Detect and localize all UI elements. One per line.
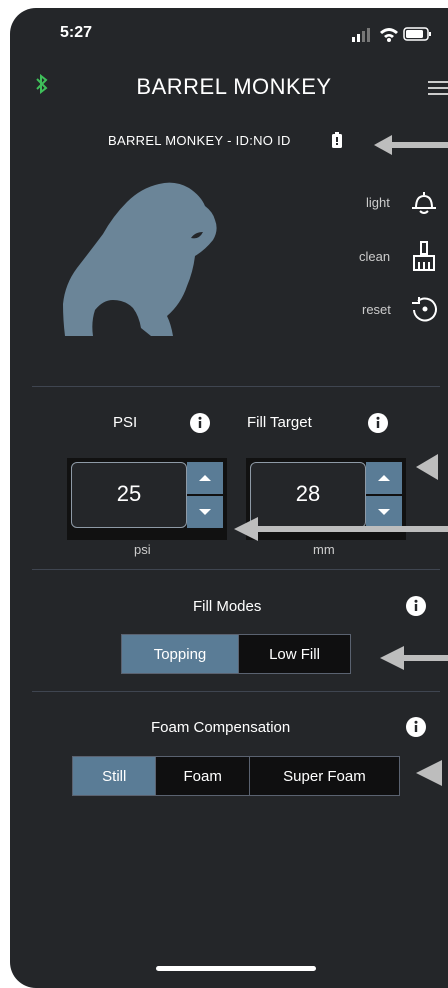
- device-id-label: BARREL MONKEY - ID:NO ID: [108, 133, 291, 148]
- app-title: BARREL MONKEY: [136, 74, 332, 99]
- status-battery-icon: [403, 27, 431, 41]
- menu-icon[interactable]: [428, 80, 448, 96]
- fill-target-label: Fill Target: [247, 414, 312, 431]
- chevron-down-icon: [199, 509, 211, 515]
- psi-label: PSI: [113, 414, 138, 431]
- divider: [32, 386, 440, 387]
- home-indicator[interactable]: [156, 966, 316, 971]
- divider: [32, 569, 440, 570]
- fill-modes-label: Fill Modes: [193, 598, 262, 615]
- annotation-arrow-icon: [374, 135, 448, 155]
- fill-mode-topping[interactable]: Topping: [122, 635, 238, 673]
- fill-modes-segmented: Topping Low Fill: [121, 634, 351, 674]
- foam-option-foam[interactable]: Foam: [155, 757, 249, 795]
- broom-icon[interactable]: [410, 240, 438, 272]
- fill-modes-info-icon[interactable]: [406, 596, 426, 616]
- fill-target-up-button[interactable]: [366, 462, 402, 494]
- divider: [32, 691, 440, 692]
- lamp-icon[interactable]: [410, 190, 438, 216]
- reset-icon[interactable]: [410, 294, 440, 324]
- status-time: 5:27: [60, 24, 93, 41]
- psi-value[interactable]: 25: [71, 462, 187, 528]
- fill-mode-low-fill[interactable]: Low Fill: [237, 635, 350, 673]
- reset-label: reset: [362, 302, 391, 317]
- fill-target-info-icon[interactable]: [368, 413, 388, 433]
- battery-icon: [332, 132, 342, 148]
- clean-label: clean: [359, 249, 391, 264]
- annotation-arrow-icon: [234, 517, 448, 541]
- foam-option-super-foam[interactable]: Super Foam: [248, 757, 399, 795]
- gorilla-logo: [63, 182, 217, 336]
- psi-unit: psi: [134, 542, 151, 557]
- chevron-up-icon: [199, 475, 211, 481]
- foam-info-icon[interactable]: [406, 717, 426, 737]
- signal-icon: [352, 28, 370, 42]
- chevron-up-icon: [378, 475, 390, 481]
- foam-option-still[interactable]: Still: [73, 757, 156, 795]
- annotation-arrow-icon: [416, 760, 442, 786]
- annotation-arrow-icon: [380, 646, 448, 670]
- status-icons: [352, 27, 431, 42]
- annotation-arrow-icon: [416, 454, 438, 480]
- wifi-icon: [380, 28, 398, 42]
- foam-segmented: Still Foam Super Foam: [72, 756, 400, 796]
- psi-down-button[interactable]: [187, 496, 223, 528]
- psi-up-button[interactable]: [187, 462, 223, 494]
- psi-info-icon[interactable]: [190, 413, 210, 433]
- foam-compensation-label: Foam Compensation: [151, 719, 291, 736]
- light-label: light: [366, 195, 390, 210]
